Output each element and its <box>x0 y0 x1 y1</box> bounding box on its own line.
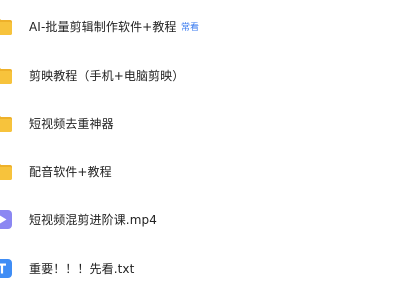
video-file-icon <box>0 208 13 230</box>
file-name: 短视频混剪进阶课.mp4 <box>29 212 157 227</box>
file-list: AI-批量剪辑制作软件+教程 常看 剪映教程（手机+电脑剪映） 短视频去重神器 <box>0 0 400 300</box>
folder-icon <box>0 112 13 134</box>
text-file-icon <box>0 257 13 279</box>
file-name: 短视频去重神器 <box>29 116 114 131</box>
frequent-badge: 常看 <box>181 22 200 33</box>
folder-icon <box>0 160 13 182</box>
folder-icon <box>0 64 13 86</box>
file-name: 配音软件+教程 <box>29 164 112 179</box>
file-row-folder-ai-batch-editing[interactable]: AI-批量剪辑制作软件+教程 常看 <box>0 6 400 46</box>
folder-icon <box>0 15 13 37</box>
file-row-text-read-first[interactable]: 重要！！！先看.txt <box>0 248 400 288</box>
file-name: 重要！！！先看.txt <box>29 261 135 276</box>
file-row-video-mixed-editing-course[interactable]: 短视频混剪进阶课.mp4 <box>0 199 400 239</box>
file-name: 剪映教程（手机+电脑剪映） <box>29 68 185 83</box>
file-row-folder-jianying-tutorial[interactable]: 剪映教程（手机+电脑剪映） <box>0 55 400 95</box>
file-row-folder-dubbing-software[interactable]: 配音软件+教程 <box>0 151 400 191</box>
file-row-folder-dedup-tool[interactable]: 短视频去重神器 <box>0 103 400 143</box>
file-name: AI-批量剪辑制作软件+教程 <box>29 19 177 34</box>
